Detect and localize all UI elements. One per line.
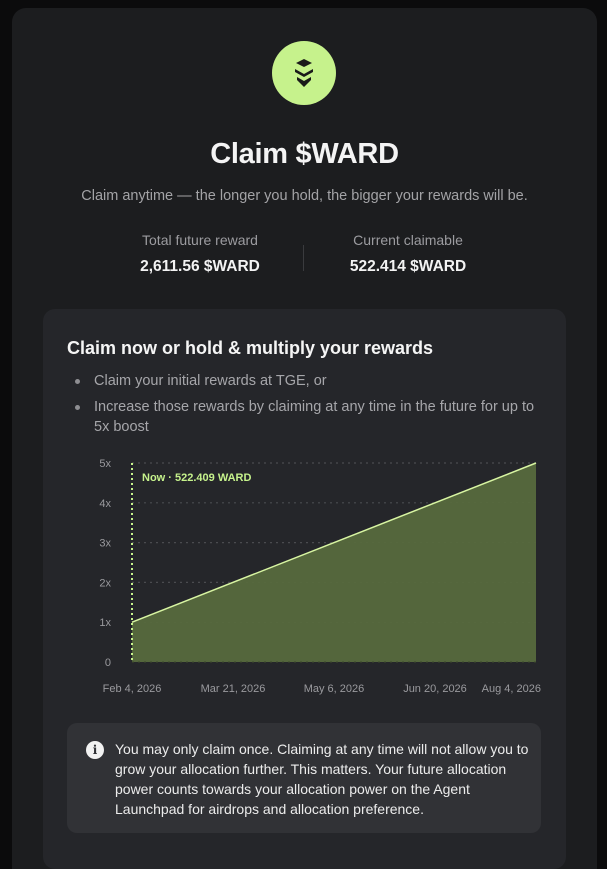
bullet-item: Increase those rewards by claiming at an… [69, 397, 539, 437]
card-bullet-list: Claim your initial rewards at TGE, or In… [69, 371, 539, 443]
current-claimable-value: 522.414 $WARD [349, 258, 467, 275]
ward-logo-icon [272, 41, 336, 105]
stat-divider [303, 245, 304, 271]
total-future-reward-label: Total future reward [142, 232, 258, 248]
total-future-reward-stat: Total future reward 2,611.56 $WARD [110, 232, 290, 276]
current-claimable-label: Current claimable [353, 232, 463, 248]
total-future-reward-value: 2,611.56 $WARD [140, 258, 260, 275]
page-title: Claim $WARD [210, 138, 399, 170]
bullet-item: Claim your initial rewards at TGE, or [69, 371, 539, 391]
claim-once-notice: i You may only claim once. Claiming at a… [67, 723, 541, 833]
notice-text: You may only claim once. Claiming at any… [115, 741, 529, 817]
current-claimable-stat: Current claimable 522.414 $WARD [318, 232, 498, 276]
info-icon: i [86, 741, 104, 759]
page-subtitle: Claim anytime — the longer you hold, the… [81, 188, 528, 204]
card-title: Claim now or hold & multiply your reward… [67, 338, 434, 358]
